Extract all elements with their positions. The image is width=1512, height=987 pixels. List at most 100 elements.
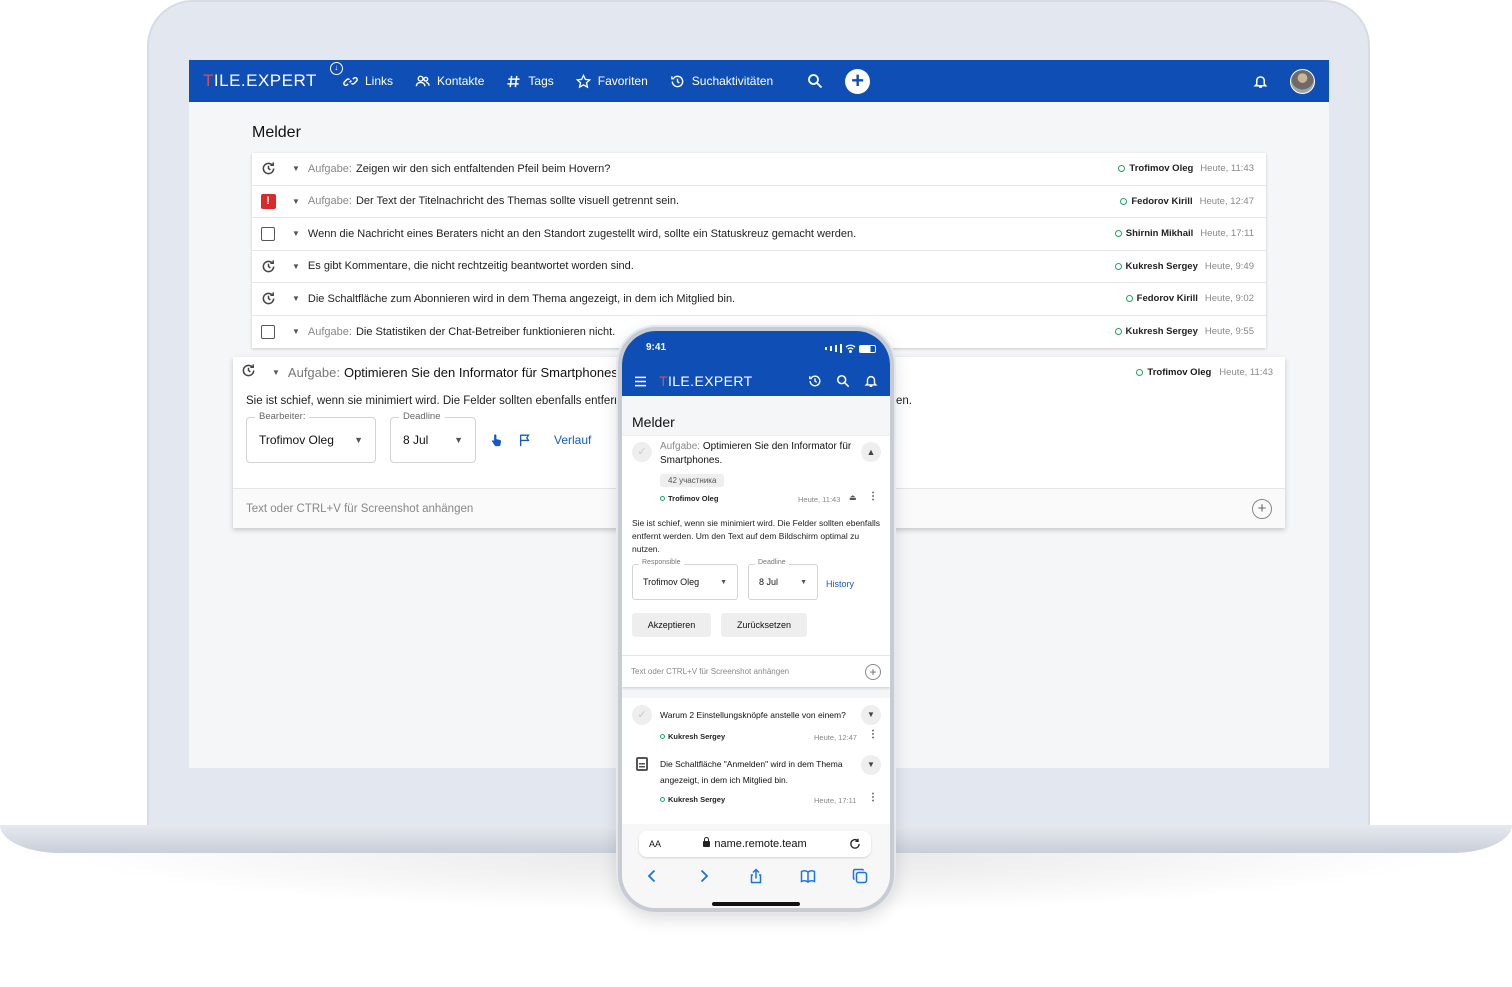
expanded-task-time: Heute, 11:43 [1219,366,1273,378]
online-status-icon [1118,165,1126,173]
checkbox-icon[interactable] [260,226,276,242]
task-time: Heute, 11:43 [1200,163,1254,175]
nav-search-activity[interactable]: Suchaktivitäten [670,74,773,89]
task-user-name: Trofimov Oleg [1129,163,1194,175]
forward-icon[interactable] [696,868,712,884]
assignee-value: Trofimov Oleg [259,433,334,447]
back-icon[interactable] [644,868,660,884]
assignee-select[interactable]: Bearbeiter: Trofimov Oleg ▼ [246,411,376,463]
task-row[interactable]: ! ▼ Aufgabe: Der Text der Titelnachricht… [252,186,1266,218]
add-attachment-icon[interactable]: + [865,663,881,680]
recurring-icon[interactable] [260,291,276,307]
chevron-down-icon: ▼ [800,578,807,586]
phone-logo-text: ILE.EXPERT [667,373,753,389]
link-icon [343,76,358,86]
add-attachment-icon[interactable]: + [1252,498,1272,519]
browser-toolbar [622,868,890,884]
responsible-label: Responsible [639,559,684,566]
bookmarks-icon[interactable] [800,868,816,884]
phone-list-item-text[interactable]: Warum 2 Einstellungsknöpfe anstelle von … [660,707,850,723]
phone-comment-placeholder: Text oder CTRL+V für Screenshot anhängen [631,667,790,676]
nav-links[interactable]: Links [343,74,393,89]
online-status-icon [1120,197,1128,205]
collapse-icon[interactable]: ▲ [861,442,881,462]
history-icon [670,75,684,87]
accept-button[interactable]: Akzeptieren [632,613,711,637]
deadline-value: 8 Jul [403,433,429,447]
expand-caret-icon[interactable]: ▼ [292,294,300,303]
online-status-icon [1114,230,1122,238]
nav-tags[interactable]: Tags [506,74,554,89]
expand-caret-icon[interactable]: ▼ [292,262,300,271]
phone-task-title-block: Aufgabe: Optimieren Sie den Informator f… [660,440,855,468]
phone-status-time: 9:41 [646,342,667,353]
eject-icon[interactable]: ⏏ [849,493,857,502]
bell-icon[interactable] [1253,74,1268,89]
pointer-hand-icon[interactable] [490,433,504,447]
add-button[interactable]: + [845,68,871,94]
phone-app-logo[interactable]: TILE.EXPERT [659,373,753,389]
online-status-icon [660,734,665,739]
more-options-icon[interactable]: ⋮ [868,491,878,502]
expanded-task-title: Optimieren Sie den Informator für Smartp… [343,364,622,380]
task-user: Kukresh Sergey [1114,326,1198,337]
reset-button[interactable]: Zurücksetzen [721,613,807,637]
check-icon[interactable]: ✓ [632,442,652,462]
logo-prefix: T [203,71,214,90]
expand-caret-icon[interactable]: ▼ [292,164,300,173]
nav-favorites[interactable]: Favoriten [575,73,648,89]
task-time: Heute, 17:11 [1200,228,1254,240]
responsible-select[interactable]: Responsible Trofimov Oleg ▼ [632,559,738,600]
history-link[interactable]: Verlauf [554,433,591,447]
menu-icon[interactable] [634,376,647,387]
task-user-name: Fedorov Kirill [1131,195,1193,207]
more-options-icon[interactable]: ⋮ [868,729,878,740]
recurring-icon[interactable] [241,363,256,381]
recurring-icon[interactable] [260,161,276,177]
expand-caret-icon[interactable]: ▼ [292,229,300,238]
check-icon[interactable]: ✓ [632,705,652,725]
deadline-label: Deadline [399,411,445,422]
share-icon[interactable] [748,868,764,884]
phone-comment-bar[interactable]: Text oder CTRL+V für Screenshot anhängen… [622,655,890,687]
alert-icon[interactable]: ! [260,193,276,209]
search-icon[interactable] [807,73,823,89]
expand-icon[interactable]: ▼ [861,705,881,725]
bell-icon[interactable] [864,374,878,388]
phone-history-link[interactable]: History [826,579,854,589]
more-options-icon[interactable]: ⋮ [868,792,878,803]
recurring-icon[interactable] [260,258,276,274]
participants-chip[interactable]: 42 участника [660,474,725,487]
task-user: Fedorov Kirill [1125,293,1198,304]
expand-icon[interactable]: ▼ [861,755,881,775]
checkbox-icon[interactable] [260,324,276,340]
expand-caret-icon[interactable]: ▼ [292,197,300,206]
address-bar[interactable]: AA name.remote.team [639,831,871,857]
clipboard-icon[interactable] [636,757,648,771]
task-text: Die Statistiken der Chat-Betreiber funkt… [355,325,616,338]
task-row[interactable]: ▼ Es gibt Kommentare, die nicht rechtzei… [252,251,1266,283]
reload-icon[interactable] [849,838,861,850]
phone-task-prefix: Aufgabe: [660,441,701,452]
user-avatar[interactable] [1290,68,1315,94]
phone-list-item-text[interactable]: Die Schaltfläche "Anmelden" wird in dem … [660,756,850,788]
task-row[interactable]: ▼ Aufgabe: Zeigen wir den sich entfalten… [252,153,1266,186]
chevron-down-icon: ▼ [454,435,463,445]
history-icon[interactable] [808,374,822,388]
phone-browser-bar: AA name.remote.team [622,824,890,908]
phone-deadline-select[interactable]: Deadline 8 Jul ▼ [748,559,818,600]
url-display: name.remote.team [703,837,807,850]
deadline-select[interactable]: Deadline 8 Jul ▼ [390,411,476,463]
text-size-button[interactable]: AA [649,839,661,849]
collapse-caret-icon[interactable]: ▼ [272,368,280,377]
search-icon[interactable] [836,374,850,388]
phone-task-user: Trofimov Oleg [660,494,718,503]
task-row[interactable]: ▼ Die Schaltfläche zum Abonnieren wird i… [252,283,1266,316]
nav-contacts[interactable]: Kontakte [415,74,484,89]
phone-list-item-time: Heute, 17:11 [814,796,857,805]
tabs-icon[interactable] [852,868,868,884]
flag-icon[interactable] [518,433,532,447]
app-logo[interactable]: TILE.EXPERT ↓ [203,62,343,91]
task-row[interactable]: ▼ Wenn die Nachricht eines Beraters nich… [252,218,1266,251]
expand-caret-icon[interactable]: ▼ [292,327,300,336]
